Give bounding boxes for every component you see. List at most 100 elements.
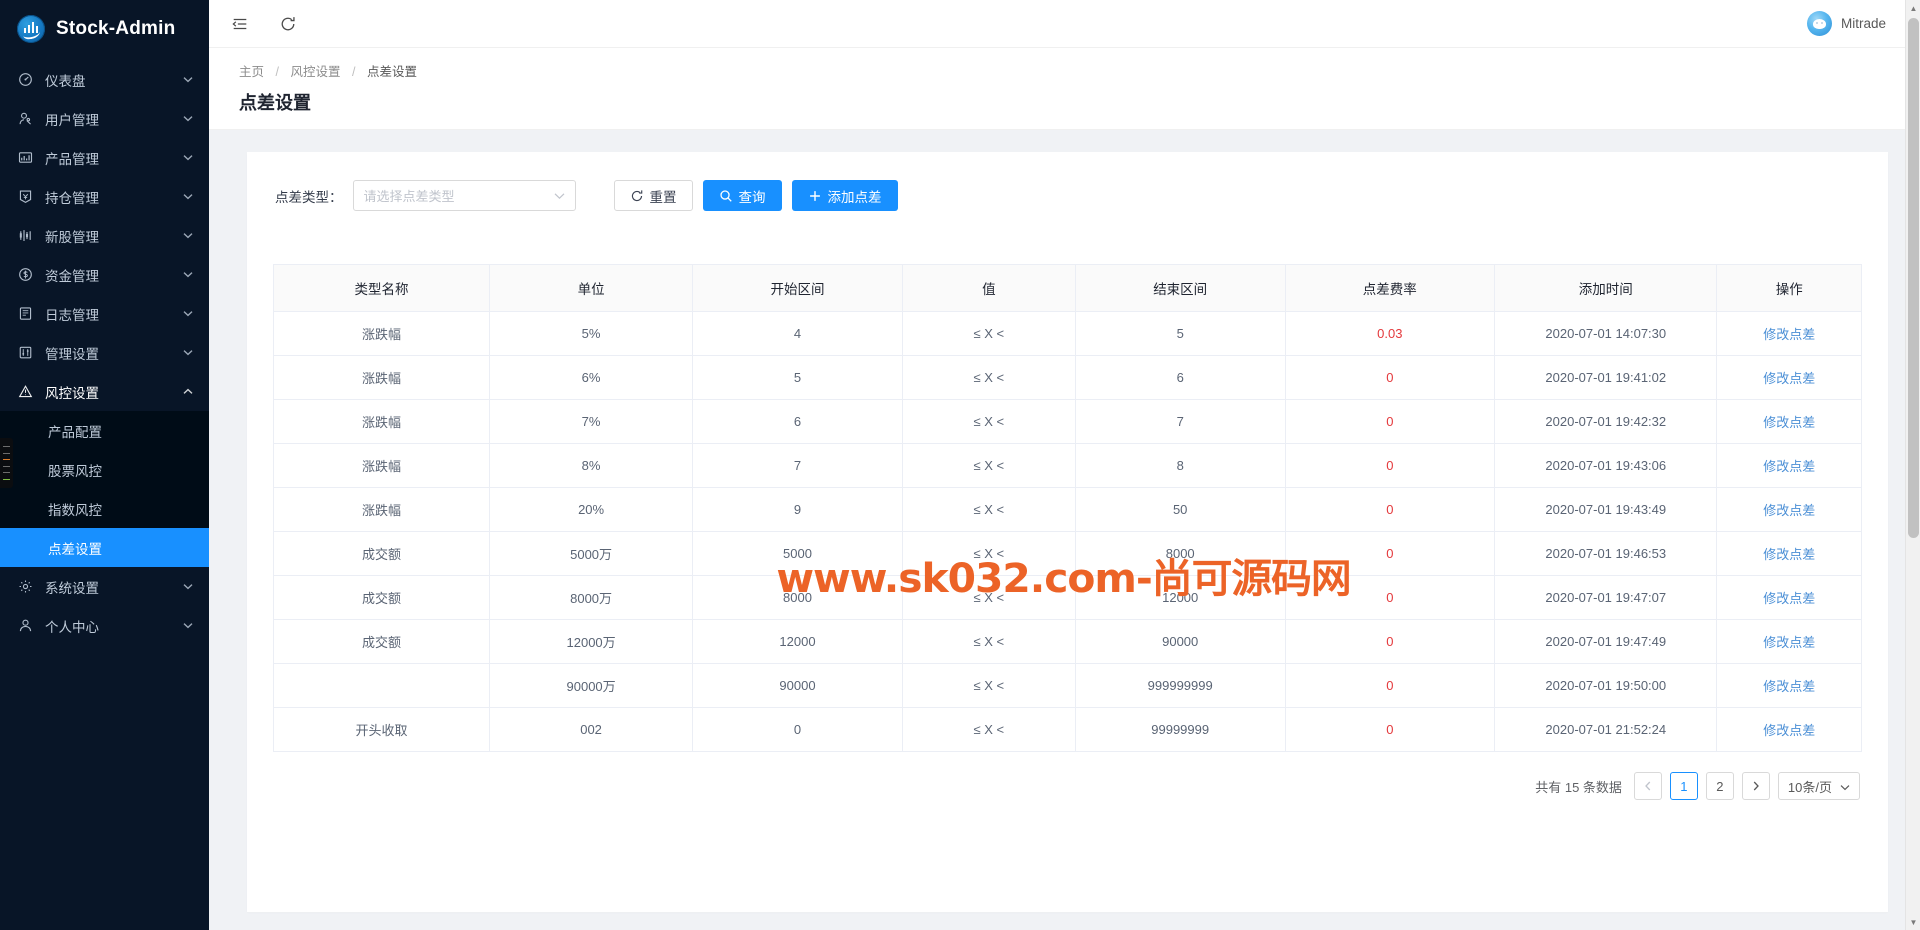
cell-end: 12000 — [1075, 575, 1286, 620]
add-spread-button-label: 添加点差 — [827, 189, 882, 205]
cell-type-name — [273, 663, 490, 708]
cell-type-name: 涨跌幅 — [273, 487, 490, 532]
cell-type-name: 成交额 — [273, 531, 490, 576]
edit-spread-link[interactable]: 修改点差 — [1763, 591, 1815, 606]
edit-spread-link[interactable]: 修改点差 — [1763, 415, 1815, 430]
sidebar: Stock-Admin 仪表盘 用户管理 产品管理 持仓管理 新股管理 资金管理… — [0, 0, 209, 930]
breadcrumb-item-risk-settings[interactable]: 风控设置 — [290, 65, 340, 79]
position-icon — [17, 188, 34, 205]
scroll-down-arrow-icon[interactable]: ▼ — [1906, 914, 1920, 930]
search-button[interactable]: 查询 — [702, 180, 782, 211]
sidebar-item-risk-settings[interactable]: 风控设置 — [0, 372, 209, 411]
edit-spread-link[interactable]: 修改点差 — [1763, 679, 1815, 694]
cell-end: 6 — [1075, 355, 1286, 400]
cell-value: ≤ X < — [902, 707, 1076, 752]
reset-icon — [630, 189, 644, 203]
cell-add-time: 2020-07-01 19:43:49 — [1494, 487, 1718, 532]
sidebar-item-dashboard[interactable]: 仪表盘 — [0, 60, 209, 99]
menu-fold-icon[interactable] — [227, 11, 253, 37]
edit-spread-link[interactable]: 修改点差 — [1763, 503, 1815, 518]
edge-indicator-widget[interactable] — [0, 438, 13, 488]
edit-spread-link[interactable]: 修改点差 — [1763, 371, 1815, 386]
cell-unit: 8% — [489, 443, 694, 488]
gear-icon — [17, 578, 34, 595]
sidebar-item-admin-settings[interactable]: 管理设置 — [0, 333, 209, 372]
sidebar-item-system-settings[interactable]: 系统设置 — [0, 567, 209, 606]
cell-end: 5 — [1075, 311, 1286, 356]
brand[interactable]: Stock-Admin — [0, 0, 209, 57]
pagination-prev-button[interactable] — [1633, 772, 1662, 800]
edge-indicator-bar — [3, 472, 10, 474]
edit-spread-link[interactable]: 修改点差 — [1763, 327, 1815, 342]
pagination-next-button[interactable] — [1741, 772, 1770, 800]
cell-rate: 0 — [1285, 443, 1496, 488]
scroll-up-arrow-icon[interactable]: ▲ — [1906, 0, 1920, 16]
sidebar-subitem-product-config[interactable]: 产品配置 — [0, 411, 209, 450]
sidebar-item-log-manage[interactable]: 日志管理 — [0, 294, 209, 333]
cell-value: ≤ X < — [902, 443, 1076, 488]
cell-start: 0 — [692, 707, 903, 752]
chevron-right-icon — [1752, 779, 1760, 794]
pagination-page-size-label: 10条/页 — [1787, 779, 1832, 795]
pagination-page-1[interactable]: 1 — [1669, 772, 1698, 800]
sidebar-item-label: 风控设置 — [45, 385, 99, 401]
pagination: 共有 15 条数据 1 2 10条/页 — [273, 752, 1862, 800]
cell-action: 修改点差 — [1716, 443, 1862, 488]
sidebar-item-product-manage[interactable]: 产品管理 — [0, 138, 209, 177]
table-row: 涨跌幅 7% 6 ≤ X <7 0 2020-07-01 19:42:32 修改点差 — [273, 399, 1862, 444]
edit-spread-link[interactable]: 修改点差 — [1763, 723, 1815, 738]
cell-start: 5000 — [692, 531, 903, 576]
sidebar-subitem-spread-settings[interactable]: 点差设置 — [0, 528, 209, 567]
chevron-left-icon — [1644, 779, 1652, 794]
cell-type-name: 涨跌幅 — [273, 443, 490, 488]
breadcrumb-separator: / — [275, 65, 279, 79]
breadcrumb-item-home[interactable]: 主页 — [239, 65, 264, 79]
cell-unit: 20% — [489, 487, 694, 532]
cell-start: 9 — [692, 487, 903, 532]
cell-action: 修改点差 — [1716, 531, 1862, 576]
reset-button[interactable]: 重置 — [613, 180, 693, 211]
edit-spread-link[interactable]: 修改点差 — [1763, 547, 1815, 562]
sidebar-item-new-stock-manage[interactable]: 新股管理 — [0, 216, 209, 255]
user-menu[interactable]: Mitrade — [1806, 11, 1898, 36]
sliders-icon — [17, 344, 34, 361]
sidebar-item-personal-center[interactable]: 个人中心 — [0, 606, 209, 645]
edge-indicator-bar-orange — [3, 459, 10, 461]
cell-add-time: 2020-07-01 19:50:00 — [1494, 663, 1718, 708]
add-spread-button[interactable]: 添加点差 — [791, 180, 898, 211]
content-card: 点差类型： 请选择点差类型 重置 查询 添加点差 类型名称 单位 开始区间 值 … — [247, 152, 1888, 912]
sidebar-subitem-index-risk[interactable]: 指数风控 — [0, 489, 209, 528]
cell-type-name: 涨跌幅 — [273, 311, 490, 356]
page-header: 主页 / 风控设置 / 点差设置 点差设置 — [209, 48, 1920, 130]
cell-action: 修改点差 — [1716, 663, 1862, 708]
scrollbar-thumb[interactable] — [1908, 18, 1919, 538]
cell-action: 修改点差 — [1716, 707, 1862, 752]
table-row: 涨跌幅 5% 4 ≤ X <5 0.03 2020-07-01 14:07:30 修改点差 — [273, 311, 1862, 356]
pagination-page-size-select[interactable]: 10条/页 — [1777, 772, 1860, 800]
spread-type-label: 点差类型： — [275, 189, 343, 205]
sidebar-subitem-stock-risk[interactable]: 股票风控 — [0, 450, 209, 489]
table-row: 涨跌幅 20% 9 ≤ X <50 0 2020-07-01 19:43:49 修改点差 — [273, 487, 1862, 532]
col-type-name: 类型名称 — [273, 264, 490, 312]
sidebar-item-label: 管理设置 — [45, 346, 99, 362]
cell-end: 99999999 — [1075, 707, 1286, 752]
refresh-icon[interactable] — [275, 11, 301, 37]
table-row: 涨跌幅 8% 7 ≤ X <8 0 2020-07-01 19:43:06 修改点差 — [273, 443, 1862, 488]
spread-type-select[interactable]: 请选择点差类型 — [352, 180, 576, 211]
sidebar-item-fund-manage[interactable]: 资金管理 — [0, 255, 209, 294]
risk-settings-submenu: 产品配置 股票风控 指数风控 点差设置 — [0, 411, 209, 567]
dollar-circle-icon — [17, 266, 34, 283]
sidebar-item-position-manage[interactable]: 持仓管理 — [0, 177, 209, 216]
sidebar-item-label: 个人中心 — [45, 619, 99, 635]
edit-spread-link[interactable]: 修改点差 — [1763, 635, 1815, 650]
cell-unit: 5% — [489, 311, 694, 356]
sidebar-item-user-manage[interactable]: 用户管理 — [0, 99, 209, 138]
main-area: Mitrade 主页 / 风控设置 / 点差设置 点差设置 点差类型： 请选择点… — [209, 0, 1920, 930]
pagination-page-2[interactable]: 2 — [1705, 772, 1734, 800]
edit-spread-link[interactable]: 修改点差 — [1763, 459, 1815, 474]
vertical-scrollbar[interactable]: ▲ ▼ — [1905, 0, 1920, 930]
cell-value: ≤ X < — [902, 575, 1076, 620]
col-unit: 单位 — [489, 264, 694, 312]
log-icon — [17, 305, 34, 322]
cell-unit: 12000万 — [489, 619, 694, 664]
